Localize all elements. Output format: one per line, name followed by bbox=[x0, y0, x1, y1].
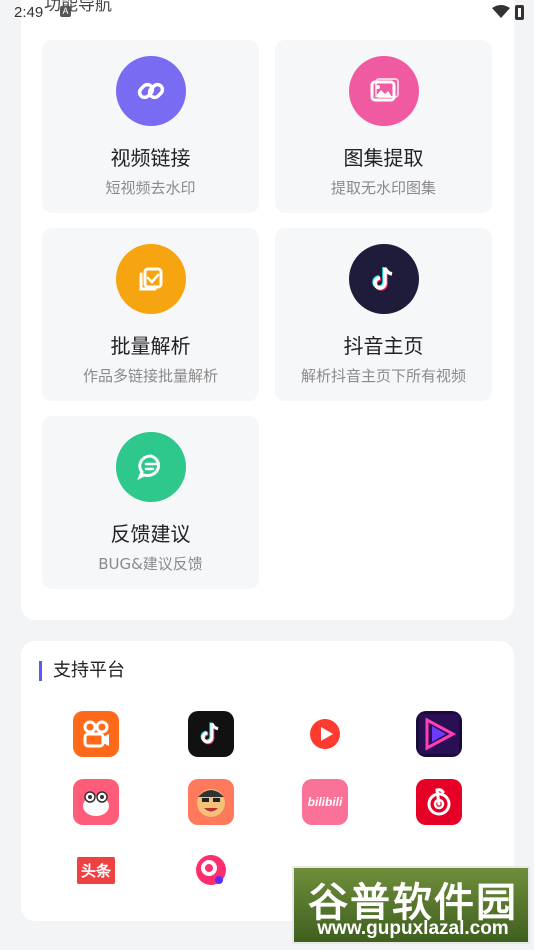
pipixia-app-icon[interactable] bbox=[73, 779, 119, 825]
douyin-icon bbox=[349, 244, 419, 314]
page-title: 功能导航 bbox=[44, 0, 112, 14]
status-time: 2:49 bbox=[14, 4, 44, 21]
bilibili-logo-text: bilibili bbox=[307, 795, 343, 809]
quanmin-app-icon[interactable] bbox=[188, 847, 234, 893]
tile-subtitle: 提取无水印图集 bbox=[330, 179, 436, 197]
toutiao-logo-text: 头条 bbox=[76, 856, 115, 884]
tile-subtitle: 作品多链接批量解析 bbox=[82, 367, 218, 385]
link-icon bbox=[116, 56, 186, 126]
zuiyou-app-icon[interactable] bbox=[188, 779, 234, 825]
weishi-app-icon[interactable] bbox=[416, 711, 462, 757]
tile-subtitle: BUG&建议反馈 bbox=[98, 555, 203, 573]
batch-copy-icon bbox=[116, 244, 186, 314]
platforms-title: 支持平台 bbox=[39, 661, 125, 681]
bilibili-app-icon[interactable]: bilibili bbox=[302, 779, 348, 825]
watermark-url-text: www.gupuxlazal.com bbox=[317, 918, 509, 939]
tile-video-link[interactable]: 视频链接 短视频去水印 bbox=[42, 40, 259, 213]
image-icon bbox=[349, 56, 419, 126]
tile-title: 图集提取 bbox=[343, 146, 424, 170]
tile-douyin-homepage[interactable]: 抖音主页 解析抖音主页下所有视频 bbox=[275, 228, 492, 401]
battery-icon bbox=[515, 5, 524, 20]
tile-image-extract[interactable]: 图集提取 提取无水印图集 bbox=[275, 40, 492, 213]
site-watermark: 谷普软件园 www.gupuxlazal.com bbox=[292, 866, 530, 944]
tile-subtitle: 解析抖音主页下所有视频 bbox=[300, 367, 466, 385]
status-bar: 功能导航 2:49 A bbox=[0, 0, 534, 26]
tile-batch-parse[interactable]: 批量解析 作品多链接批量解析 bbox=[42, 228, 259, 401]
wifi-icon bbox=[492, 5, 510, 18]
tile-subtitle: 短视频去水印 bbox=[105, 179, 196, 197]
toutiao-app-icon[interactable]: 头条 bbox=[73, 847, 119, 893]
youtube-style-app-icon[interactable] bbox=[302, 711, 348, 757]
tile-feedback[interactable]: 反馈建议 BUG&建议反馈 bbox=[42, 416, 259, 589]
tile-title: 视频链接 bbox=[110, 146, 191, 170]
notification-a-icon: A bbox=[60, 6, 71, 17]
kuaishou-app-icon[interactable] bbox=[73, 711, 119, 757]
tile-title: 反馈建议 bbox=[110, 522, 191, 546]
tile-title: 抖音主页 bbox=[343, 334, 424, 358]
douyin-app-icon[interactable] bbox=[188, 711, 234, 757]
function-panel: 视频链接 短视频去水印 图集提取 提取无水印图集 批量解析 作品多链接批量解析 bbox=[21, 0, 514, 620]
tile-title: 批量解析 bbox=[110, 334, 191, 358]
feedback-icon bbox=[116, 432, 186, 502]
netease-music-app-icon[interactable] bbox=[416, 779, 462, 825]
